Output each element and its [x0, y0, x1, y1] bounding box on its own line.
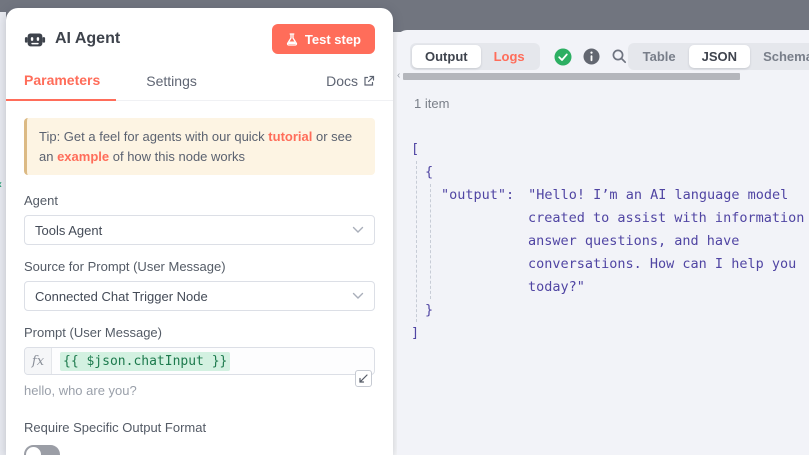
test-step-button[interactable]: Test step: [272, 24, 375, 54]
agent-select[interactable]: Tools Agent: [24, 215, 375, 245]
node-detail-panel: AI Agent Test step Parameters Settings D…: [6, 8, 393, 455]
output-format-toggle[interactable]: [24, 445, 60, 455]
source-field-label: Source for Prompt (User Message): [24, 259, 375, 274]
output-format-label: Require Specific Output Format: [24, 420, 375, 435]
chevron-down-icon: [352, 292, 364, 300]
tip-text: Tip: Get a feel for agents with our quic…: [39, 129, 268, 144]
scrollbar-left-arrow[interactable]: ‹: [397, 70, 400, 81]
robot-icon: [24, 28, 46, 50]
tab-json[interactable]: JSON: [689, 45, 750, 68]
tab-logs[interactable]: Logs: [481, 45, 538, 68]
prompt-source-value: Connected Chat Trigger Node: [35, 289, 208, 304]
format-switcher: Table JSON Schema: [628, 43, 809, 70]
tip-text-suffix: of how this node works: [109, 149, 245, 164]
json-value-line: created to assist with information: [528, 207, 809, 230]
tab-output[interactable]: Output: [412, 45, 481, 68]
tab-schema[interactable]: Schema: [750, 45, 809, 68]
json-array-close: ]: [411, 322, 809, 345]
expand-icon: [359, 374, 368, 383]
prompt-field-label: Prompt (User Message): [24, 325, 375, 340]
output-panel: Output Logs: [397, 30, 809, 455]
chevron-down-icon: [352, 226, 364, 234]
node-header: AI Agent Test step: [6, 8, 393, 66]
tutorial-link[interactable]: tutorial: [268, 129, 312, 144]
toggle-knob: [26, 447, 41, 455]
json-key: "output":: [441, 187, 514, 203]
docs-link[interactable]: Docs: [326, 67, 393, 100]
json-value-line: "Hello! I’m an AI language model: [528, 187, 788, 203]
view-switcher: Output Logs: [410, 43, 540, 70]
success-check-icon: [554, 48, 572, 66]
example-link[interactable]: example: [57, 149, 109, 164]
json-array-open: [: [411, 138, 809, 161]
output-status-icons: [554, 48, 628, 66]
horizontal-scrollbar[interactable]: ‹: [397, 73, 809, 81]
prompt-expression-input[interactable]: fx {{ $json.chatInput }}: [24, 347, 375, 375]
json-object-open: {: [425, 161, 809, 184]
items-count: 1 item: [414, 96, 449, 111]
prompt-source-select[interactable]: Connected Chat Trigger Node: [24, 281, 375, 311]
json-value-line: conversations. How can I help you: [528, 253, 809, 276]
test-step-label: Test step: [305, 32, 361, 47]
expression-code[interactable]: {{ $json.chatInput }}: [52, 348, 238, 374]
tip-callout: Tip: Get a feel for agents with our quic…: [24, 118, 375, 175]
search-icon[interactable]: [611, 48, 628, 65]
expand-expression-button[interactable]: [355, 370, 372, 387]
json-value-line: today?": [528, 276, 809, 299]
json-output-view: [ { "output": "Hello! I’m an AI language …: [411, 138, 809, 455]
external-link-icon: [363, 75, 375, 87]
scrollbar-thumb[interactable]: [403, 73, 740, 80]
flask-icon: [286, 33, 298, 46]
tab-settings[interactable]: Settings: [146, 67, 197, 100]
indent-guide: [430, 184, 431, 299]
node-title: AI Agent: [55, 30, 120, 48]
output-panel-controls: Output Logs: [410, 43, 805, 70]
fx-badge: fx: [25, 348, 52, 374]
docs-label: Docs: [326, 73, 358, 89]
expression-token: {{ $json.chatInput }}: [60, 352, 230, 371]
indent-guide: [416, 161, 417, 322]
json-value-line: answer questions, and have: [528, 230, 809, 253]
tab-table[interactable]: Table: [630, 45, 689, 68]
expression-resolved-hint: hello, who are you?: [24, 383, 375, 398]
json-object-close: }: [425, 299, 809, 322]
tab-parameters[interactable]: Parameters: [6, 66, 116, 101]
parameters-body: Tip: Get a feel for agents with our quic…: [6, 101, 393, 455]
agent-select-value: Tools Agent: [35, 223, 102, 238]
agent-field-label: Agent: [24, 193, 375, 208]
node-tabs: Parameters Settings Docs: [6, 66, 393, 101]
info-icon[interactable]: [583, 48, 600, 65]
json-key-value-row: "output": "Hello! I’m an AI language mode…: [441, 184, 809, 207]
